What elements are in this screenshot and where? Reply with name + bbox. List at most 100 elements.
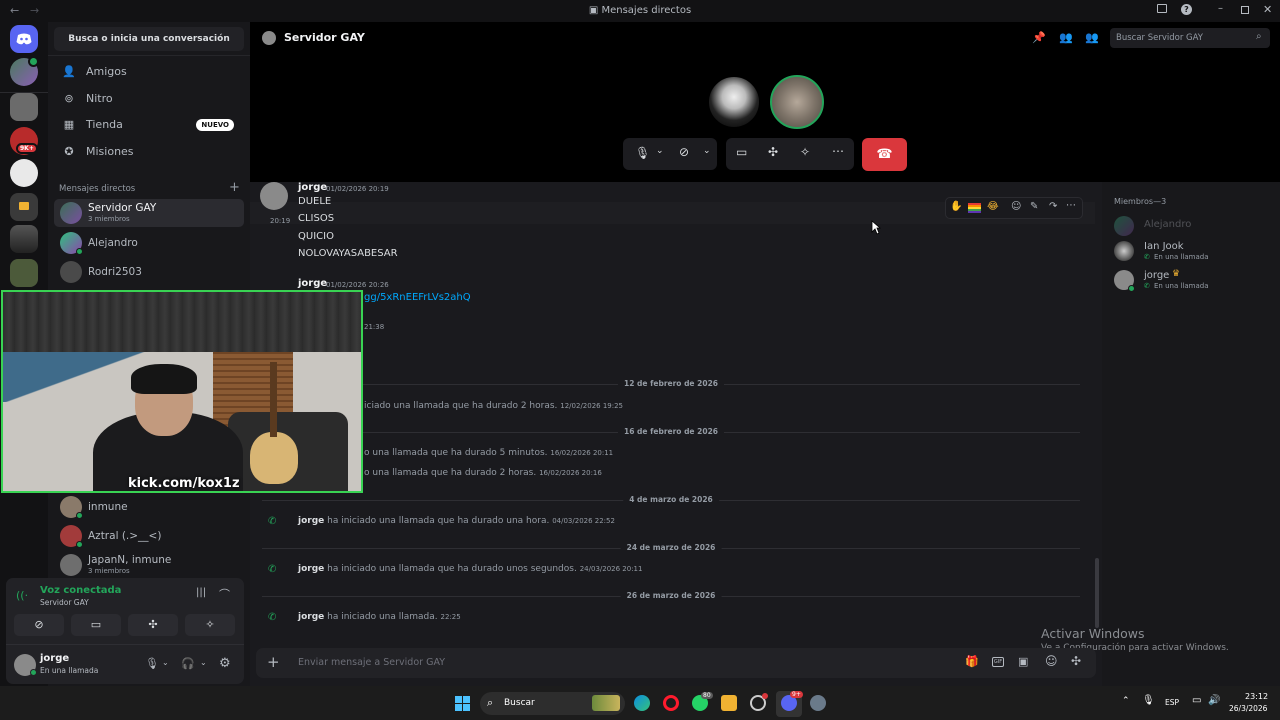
headphones-icon[interactable]: 🎧 bbox=[181, 657, 195, 670]
file-explorer-icon[interactable] bbox=[721, 695, 737, 711]
voice-server[interactable]: Servidor GAY bbox=[40, 598, 89, 607]
sticker-icon[interactable]: ▣ bbox=[1018, 655, 1028, 668]
nav-friends-label: Amigos bbox=[86, 65, 127, 78]
add-friend-icon[interactable]: 👥 bbox=[1059, 31, 1073, 44]
dm-item-rodri[interactable]: Rodri2503 bbox=[54, 258, 244, 286]
dm-item-inmune[interactable]: inmune bbox=[54, 493, 244, 521]
activities-icon[interactable]: ✣ bbox=[768, 145, 778, 159]
forward-icon[interactable]: ↷ bbox=[1049, 201, 1057, 212]
message-composer[interactable]: + Enviar mensaje a Servidor GAY 🎁 GIF ▣ … bbox=[256, 648, 1096, 678]
member-alejandro[interactable]: Alejandro bbox=[1114, 214, 1274, 242]
discord-badge: 9+ bbox=[790, 691, 803, 698]
network-icon[interactable]: ▭ bbox=[1192, 695, 1201, 706]
microphone-icon[interactable]: 🎙 bbox=[145, 657, 159, 670]
server-icon-2[interactable] bbox=[10, 93, 38, 121]
activity-controls[interactable]: ▭ ✣ ✧ ⋯ bbox=[726, 138, 854, 170]
more-options-icon[interactable]: ⋯ bbox=[832, 144, 844, 158]
dm-item-japann[interactable]: JapanN, inmune 3 miembros bbox=[54, 551, 244, 579]
edit-icon[interactable]: ✎ bbox=[1030, 201, 1038, 212]
system-time: 16/02/2026 20:11 bbox=[550, 449, 614, 457]
nav-quests[interactable]: ✪ Misiones bbox=[54, 140, 244, 164]
system-author[interactable]: jorge bbox=[298, 612, 324, 622]
camera-off-button[interactable]: ⊘ bbox=[14, 614, 64, 636]
tray-mic-icon[interactable]: 🎙 bbox=[1142, 695, 1155, 706]
author-name[interactable]: jorge bbox=[298, 182, 327, 193]
wave-reaction-icon[interactable]: ✋ bbox=[950, 201, 962, 212]
clock-time[interactable]: 23:12 bbox=[1245, 692, 1268, 701]
apps-icon[interactable]: ✣ bbox=[1071, 654, 1081, 668]
author-name[interactable]: jorge bbox=[298, 278, 327, 289]
invite-link[interactable]: gg/5xRnEEFrLVs2ahQ bbox=[364, 292, 471, 303]
webcam-overlay-text: kick.com/kox1z bbox=[128, 476, 240, 491]
online-status-icon bbox=[1128, 285, 1135, 292]
language-indicator[interactable]: ESP bbox=[1165, 698, 1179, 707]
volume-icon[interactable]: 🔊 bbox=[1208, 695, 1220, 706]
windows-start-icon[interactable] bbox=[455, 696, 470, 711]
nav-shop[interactable]: ▦ Tienda NUEVO bbox=[54, 113, 244, 137]
maximize-icon[interactable] bbox=[1241, 6, 1249, 14]
disconnect-icon[interactable]: ⌒ bbox=[219, 586, 230, 602]
help-icon[interactable]: ? bbox=[1181, 4, 1192, 15]
gift-icon[interactable]: 🎁 bbox=[965, 655, 979, 668]
member-ian-jook[interactable]: Ian Jook ✆ En una llamada bbox=[1114, 239, 1274, 267]
participant-avatar-jorge[interactable] bbox=[770, 75, 824, 129]
server-icon-4[interactable] bbox=[10, 159, 38, 187]
laugh-reaction-icon[interactable]: 😂 bbox=[987, 201, 999, 212]
chat-scrollbar[interactable] bbox=[1095, 558, 1099, 628]
emoji-icon[interactable]: ☺ bbox=[1045, 654, 1058, 668]
avatar bbox=[1114, 241, 1134, 261]
system-author[interactable]: jorge bbox=[298, 564, 324, 574]
chevron-down-icon[interactable]: ⌄ bbox=[200, 658, 207, 667]
dm-item-aztral[interactable]: Aztral (.>__<) bbox=[54, 522, 244, 550]
noise-suppression-icon[interactable]: ||| bbox=[196, 587, 206, 598]
add-attachment-icon[interactable]: + bbox=[267, 653, 280, 671]
chevron-down-icon[interactable]: ⌄ bbox=[162, 658, 169, 667]
hang-up-button[interactable]: ☎ bbox=[862, 138, 907, 171]
chevron-down-icon[interactable]: ⌄ bbox=[656, 146, 664, 156]
minimize-icon[interactable]: – bbox=[1218, 3, 1223, 14]
system-author[interactable]: jorge bbox=[298, 516, 324, 526]
nav-friends[interactable]: 👤 Amigos bbox=[54, 60, 244, 84]
gif-icon[interactable]: GIF bbox=[992, 657, 1004, 667]
nav-nitro[interactable]: ⊚ Nitro bbox=[54, 87, 244, 111]
message-input[interactable]: Enviar mensaje a Servidor GAY bbox=[298, 657, 445, 668]
soundboard-button[interactable]: ✧ bbox=[185, 614, 235, 636]
tray-chevron-icon[interactable]: ⌃ bbox=[1122, 696, 1130, 706]
close-icon[interactable]: ✕ bbox=[1263, 3, 1272, 16]
more-options-icon[interactable]: ⋯ bbox=[1066, 200, 1076, 211]
clock-date[interactable]: 26/3/2026 bbox=[1229, 704, 1267, 713]
folder-icon[interactable] bbox=[10, 193, 38, 221]
edge-icon[interactable] bbox=[634, 695, 650, 711]
settings-icon[interactable] bbox=[810, 695, 826, 711]
soundboard-icon[interactable]: ✧ bbox=[800, 145, 810, 159]
dm-item-servidor-gay[interactable]: Servidor GAY 3 miembros bbox=[54, 199, 244, 227]
dm-search-button[interactable]: Busca o inicia una conversación bbox=[54, 27, 244, 51]
pin-icon[interactable]: 📌 bbox=[1032, 31, 1046, 44]
channel-name: Servidor GAY bbox=[284, 31, 365, 44]
add-reaction-icon[interactable]: ☺ bbox=[1011, 201, 1021, 212]
dm-item-alejandro[interactable]: Alejandro bbox=[54, 229, 244, 257]
settings-gear-icon[interactable]: ⚙ bbox=[219, 656, 231, 671]
server-icon-5[interactable] bbox=[10, 225, 38, 253]
search-box[interactable]: Buscar Servidor GAY ⌕ bbox=[1110, 28, 1270, 48]
mic-control[interactable]: 🎙 ⌄ ⊘ ⌄ bbox=[623, 138, 717, 170]
taskbar-search[interactable]: ⌕ Buscar bbox=[480, 692, 625, 715]
camera-off-icon[interactable]: ⊘ bbox=[679, 145, 689, 159]
message-actions[interactable]: ✋ 😂 ☺ ✎ ↷ ⋯ bbox=[945, 197, 1083, 219]
member-jorge[interactable]: jorge ♛ ✆ En una llamada bbox=[1114, 268, 1274, 296]
chevron-down-icon[interactable]: ⌄ bbox=[703, 146, 711, 156]
activities-button[interactable]: ✣ bbox=[128, 614, 178, 636]
members-icon[interactable]: 👥 bbox=[1085, 31, 1099, 44]
participant-avatar-ian[interactable] bbox=[707, 75, 761, 129]
server-icon-6[interactable] bbox=[10, 259, 38, 287]
microphone-icon[interactable]: 🎙 bbox=[635, 146, 650, 160]
add-dm-icon[interactable]: + bbox=[229, 180, 240, 195]
inbox-icon[interactable] bbox=[1157, 4, 1167, 13]
author-avatar[interactable] bbox=[260, 182, 288, 210]
screen-share-icon[interactable]: ▭ bbox=[736, 145, 747, 159]
screen-share-button[interactable]: ▭ bbox=[71, 614, 121, 636]
discord-home-icon[interactable] bbox=[10, 25, 38, 53]
opera-icon[interactable] bbox=[663, 695, 679, 711]
system-text: iciado una llamada que ha durado 2 horas… bbox=[364, 401, 558, 411]
rainbow-flag-reaction-icon[interactable] bbox=[968, 203, 981, 213]
